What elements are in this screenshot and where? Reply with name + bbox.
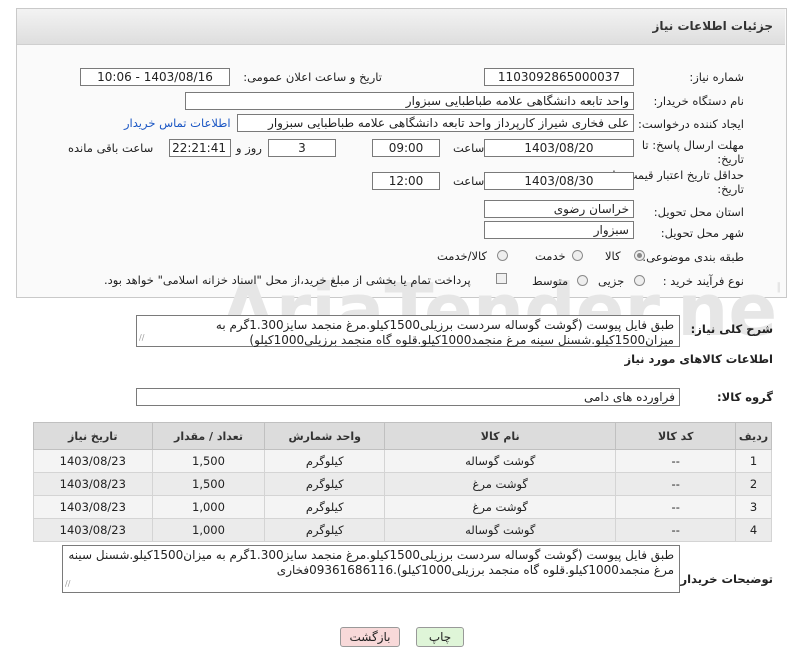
deadline-time-field: 09:00 bbox=[372, 139, 440, 157]
deadline-label-date: تاریخ: bbox=[717, 152, 744, 166]
purchase-option-minor: جزیی bbox=[598, 274, 625, 288]
need-number-label: شماره نیاز: bbox=[689, 70, 744, 84]
category-option-service: خدمت bbox=[535, 249, 566, 263]
validity-date-field: 1403/08/30 bbox=[484, 172, 634, 190]
contact-info-link[interactable]: اطلاعات تماس خریدار bbox=[124, 116, 231, 130]
purchase-type-label: نوع فرآیند خرید : bbox=[662, 274, 744, 288]
days-label: روز و bbox=[236, 141, 262, 155]
deadline-time-label: ساعت bbox=[453, 141, 485, 155]
validity-time-field: 12:00 bbox=[372, 172, 440, 190]
category-label: طبقه بندی موضوعی: bbox=[642, 250, 744, 264]
category-radio-service[interactable] bbox=[572, 250, 583, 261]
col-name: نام کالا bbox=[384, 422, 617, 450]
cell-name: گوشت مرغ bbox=[384, 472, 617, 496]
purchase-option-medium: متوسط bbox=[532, 274, 569, 288]
goods-group-label: گروه کالا: bbox=[717, 390, 773, 404]
goods-group-field: فراورده های دامی bbox=[136, 388, 680, 406]
validity-time-label: ساعت bbox=[453, 174, 485, 188]
announce-label: تاریخ و ساعت اعلان عمومی: bbox=[243, 70, 382, 84]
summary-text: طبق فایل پیوست (گوشت گوساله سردست برزیلی… bbox=[136, 315, 680, 347]
col-code: کد کالا bbox=[615, 422, 736, 450]
announce-field: 1403/08/16 - 10:06 bbox=[80, 68, 230, 86]
cell-qty: 1,500 bbox=[151, 472, 266, 496]
city-field: سبزوار bbox=[484, 221, 634, 239]
deadline-date-field: 1403/08/20 bbox=[484, 139, 634, 157]
validity-label-date: تاریخ: bbox=[717, 182, 744, 196]
days-field: 3 bbox=[268, 139, 336, 157]
remaining-time-field: 22:21:41 bbox=[169, 139, 231, 157]
print-button[interactable]: چاپ bbox=[416, 627, 464, 647]
category-radio-goods[interactable] bbox=[634, 250, 645, 261]
city-label: شهر محل تحویل: bbox=[660, 226, 744, 240]
cell-unit: کیلوگرم bbox=[264, 449, 386, 473]
requester-field: علی فخاری شیراز کارپرداز واحد تابعه دانش… bbox=[237, 114, 634, 132]
cell-name: گوشت گوساله bbox=[384, 449, 617, 473]
col-row: ردیف bbox=[735, 422, 772, 450]
remaining-label: ساعت باقی مانده bbox=[68, 141, 154, 155]
treasury-payment-checkbox[interactable] bbox=[496, 273, 507, 284]
buyer-notes-content: طبق فایل پیوست (گوشت گوساله سردست برزیلی… bbox=[68, 548, 674, 577]
summary-content: طبق فایل پیوست (گوشت گوساله سردست برزیلی… bbox=[215, 318, 674, 347]
payment-note: پرداخت تمام یا بخشی از مبلغ خرید،از محل … bbox=[104, 273, 471, 287]
col-unit: واحد شمارش bbox=[264, 422, 386, 450]
buyer-notes-label: توضیحات خریدار: bbox=[675, 572, 773, 586]
province-field: خراسان رضوی bbox=[484, 200, 634, 218]
category-option-both: کالا/خدمت bbox=[437, 249, 488, 263]
category-option-goods: کالا bbox=[605, 249, 621, 263]
cell-date: 1403/08/23 bbox=[33, 495, 153, 519]
buyer-notes-text: طبق فایل پیوست (گوشت گوساله سردست برزیلی… bbox=[62, 545, 680, 593]
cell-qty: 1,000 bbox=[151, 495, 266, 519]
category-radio-both[interactable] bbox=[497, 250, 508, 261]
summary-label: شرح کلی نیاز: bbox=[690, 322, 773, 336]
table-row: 4 -- گوشت گوساله کیلوگرم 1,000 1403/08/2… bbox=[33, 518, 772, 542]
requester-label: ایجاد کننده درخواست: bbox=[638, 117, 744, 131]
cell-unit: کیلوگرم bbox=[264, 518, 386, 542]
col-qty: تعداد / مقدار bbox=[151, 422, 266, 450]
cell-date: 1403/08/23 bbox=[33, 472, 153, 496]
cell-name: گوشت مرغ bbox=[384, 495, 617, 519]
table-row: 1 -- گوشت گوساله کیلوگرم 1,500 1403/08/2… bbox=[33, 449, 772, 473]
purchase-radio-medium[interactable] bbox=[577, 275, 588, 286]
col-date: تاریخ نیاز bbox=[33, 422, 153, 450]
cell-row: 3 bbox=[735, 495, 772, 519]
need-number-field: 1103092865000037 bbox=[484, 68, 634, 86]
deadline-label: مهلت ارسال پاسخ: تا bbox=[641, 138, 744, 152]
cell-row: 4 bbox=[735, 518, 772, 542]
cell-code: -- bbox=[615, 518, 736, 542]
table-row: 2 -- گوشت مرغ کیلوگرم 1,500 1403/08/23 bbox=[33, 472, 772, 496]
cell-name: گوشت گوساله bbox=[384, 518, 617, 542]
cell-qty: 1,000 bbox=[151, 518, 266, 542]
province-label: استان محل تحویل: bbox=[653, 205, 744, 219]
goods-info-title: اطلاعات کالاهای مورد نیاز bbox=[624, 352, 773, 366]
cell-qty: 1,500 bbox=[151, 449, 266, 473]
back-button[interactable]: بازگشت bbox=[340, 627, 400, 647]
resize-grip-icon[interactable]: ∕∕ bbox=[65, 576, 70, 591]
purchase-radio-minor[interactable] bbox=[634, 275, 645, 286]
cell-date: 1403/08/23 bbox=[33, 518, 153, 542]
cell-code: -- bbox=[615, 472, 736, 496]
buyer-org-field: واحد تابعه دانشگاهی علامه طباطبایی سبزوا… bbox=[185, 92, 634, 110]
resize-grip-icon[interactable]: ∕∕ bbox=[139, 330, 144, 345]
cell-unit: کیلوگرم bbox=[264, 472, 386, 496]
panel-header: جزئیات اطلاعات نیاز bbox=[17, 9, 785, 45]
cell-row: 2 bbox=[735, 472, 772, 496]
cell-row: 1 bbox=[735, 449, 772, 473]
cell-code: -- bbox=[615, 449, 736, 473]
buyer-org-label: نام دستگاه خریدار: bbox=[653, 94, 744, 108]
cell-date: 1403/08/23 bbox=[33, 449, 153, 473]
table-row: 3 -- گوشت مرغ کیلوگرم 1,000 1403/08/23 bbox=[33, 495, 772, 519]
cell-unit: کیلوگرم bbox=[264, 495, 386, 519]
cell-code: -- bbox=[615, 495, 736, 519]
page-title: جزئیات اطلاعات نیاز bbox=[652, 19, 773, 33]
goods-table: ردیف کد کالا نام کالا واحد شمارش تعداد /… bbox=[33, 422, 772, 542]
table-header-row: ردیف کد کالا نام کالا واحد شمارش تعداد /… bbox=[33, 422, 772, 450]
